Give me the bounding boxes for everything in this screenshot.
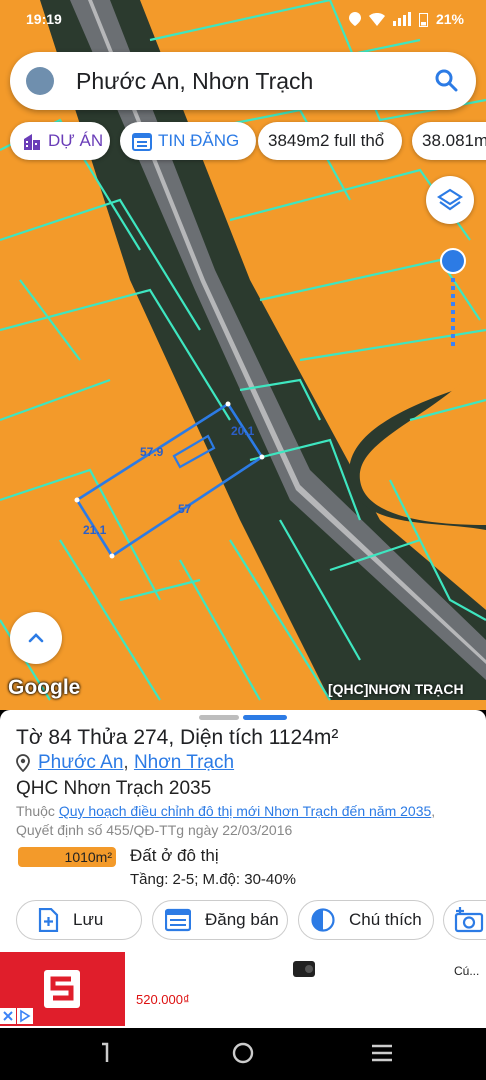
legend-button[interactable]: Chú thích <box>298 900 434 940</box>
opacity-slider-knob[interactable] <box>440 248 466 274</box>
floor-density: Tầng: 2-5; M.độ: 30-40% <box>130 871 296 888</box>
district-link[interactable]: Nhơn Trạch <box>134 752 234 774</box>
save-button[interactable]: Lưu <box>16 900 142 940</box>
chip-du-an[interactable]: DỰ ÁN <box>10 122 110 160</box>
home-icon[interactable] <box>232 1042 254 1064</box>
status-icons: 21% <box>348 11 464 27</box>
signal-icon <box>392 12 411 26</box>
save-label: Lưu <box>73 910 104 929</box>
status-bar: 19:19 21% <box>0 0 486 40</box>
listing-icon <box>165 908 191 932</box>
chip-label: 3849m2 full thổ <box>268 131 385 150</box>
area-badge: 1010m² <box>18 847 116 867</box>
location-pin-icon <box>16 754 30 772</box>
add-photo-icon <box>454 907 484 933</box>
desc-prefix: Thuộc <box>16 803 59 819</box>
plan-link[interactable]: Quy hoạch điều chỉnh đô thị mới Nhơn Trạ… <box>59 803 431 819</box>
plan-description: Thuộc Quy hoạch điều chỉnh đô thị mới Nh… <box>16 802 471 840</box>
chip-label: 38.081m <box>422 131 486 150</box>
calendar-list-icon <box>132 131 152 151</box>
add-photo-button[interactable] <box>443 900 486 940</box>
wifi-icon <box>368 13 385 26</box>
filter-chips: DỰ ÁN TIN ĐĂNG 3849m2 full thổ 38.081m <box>10 122 486 162</box>
location-status-icon <box>348 12 361 26</box>
chip-listing-1[interactable]: 3849m2 full thổ <box>258 122 402 160</box>
sheet-handle-active[interactable] <box>243 715 287 720</box>
avatar[interactable] <box>26 67 54 95</box>
search-icon[interactable] <box>434 68 458 92</box>
opacity-slider-track[interactable] <box>451 262 455 350</box>
parcel-title: Tờ 84 Thửa 274, Diện tích 1124m² <box>16 726 339 749</box>
parcel-label-right: 20.1 <box>231 424 255 438</box>
legend-label: Chú thích <box>349 910 422 929</box>
sheet-handle[interactable] <box>199 715 239 720</box>
parcel-label-bottom: 57 <box>178 502 192 516</box>
shopee-logo-icon <box>0 970 80 1024</box>
parcel-info-sheet: Tờ 84 Thửa 274, Diện tích 1124m² Phước A… <box>0 710 486 950</box>
ad-title: Cú... <box>454 964 480 978</box>
chevron-up-icon <box>28 633 44 643</box>
plan-name: QHC Nhơn Trạch 2035 <box>16 778 212 799</box>
expand-up-button[interactable] <box>10 612 62 664</box>
parcel-vertex <box>109 553 115 559</box>
ad-price: 520.000₫ <box>136 992 190 1007</box>
add-document-icon <box>37 908 59 932</box>
search-bar[interactable]: Phước An, Nhơn Trạch <box>10 52 476 110</box>
post-sale-button[interactable]: Đăng bán <box>152 900 288 940</box>
google-logo: Google <box>8 676 81 699</box>
land-type: Đất ở đô thị <box>130 846 219 865</box>
system-nav-bar <box>0 1028 486 1080</box>
chip-label: DỰ ÁN <box>48 131 104 150</box>
parcel-vertex <box>225 401 231 407</box>
ad-brand-image[interactable] <box>0 952 125 1026</box>
building-icon <box>22 131 42 151</box>
layers-icon <box>437 188 463 211</box>
contrast-icon <box>311 908 335 932</box>
back-icon[interactable] <box>98 1042 112 1064</box>
status-time: 19:19 <box>26 11 62 27</box>
parcel-vertex <box>74 497 80 503</box>
parcel-label-top: 57.9 <box>140 445 164 459</box>
recents-icon[interactable] <box>370 1044 394 1062</box>
map-source-label: [QHC]NHƠN TRẠCH <box>328 681 464 697</box>
parcel-location: Phước An, Nhơn Trạch <box>16 752 234 774</box>
battery-percent: 21% <box>435 11 464 27</box>
chip-listing-2[interactable]: 38.081m <box>412 122 486 160</box>
ad-banner[interactable]: 520.000₫ Cú... <box>0 950 486 1028</box>
location-separator: , <box>123 752 134 773</box>
post-sale-label: Đăng bán <box>205 910 279 929</box>
ward-link[interactable]: Phước An <box>38 752 123 774</box>
chip-tin-dang[interactable]: TIN ĐĂNG <box>120 122 256 160</box>
parcel-vertex <box>259 454 265 460</box>
layers-button[interactable] <box>426 176 474 224</box>
search-query[interactable]: Phước An, Nhơn Trạch <box>76 68 313 95</box>
chip-label: TIN ĐĂNG <box>158 131 240 150</box>
parcel-label-left: 21.1 <box>83 523 107 537</box>
battery-icon <box>418 12 428 27</box>
product-camera-icon <box>293 961 315 977</box>
